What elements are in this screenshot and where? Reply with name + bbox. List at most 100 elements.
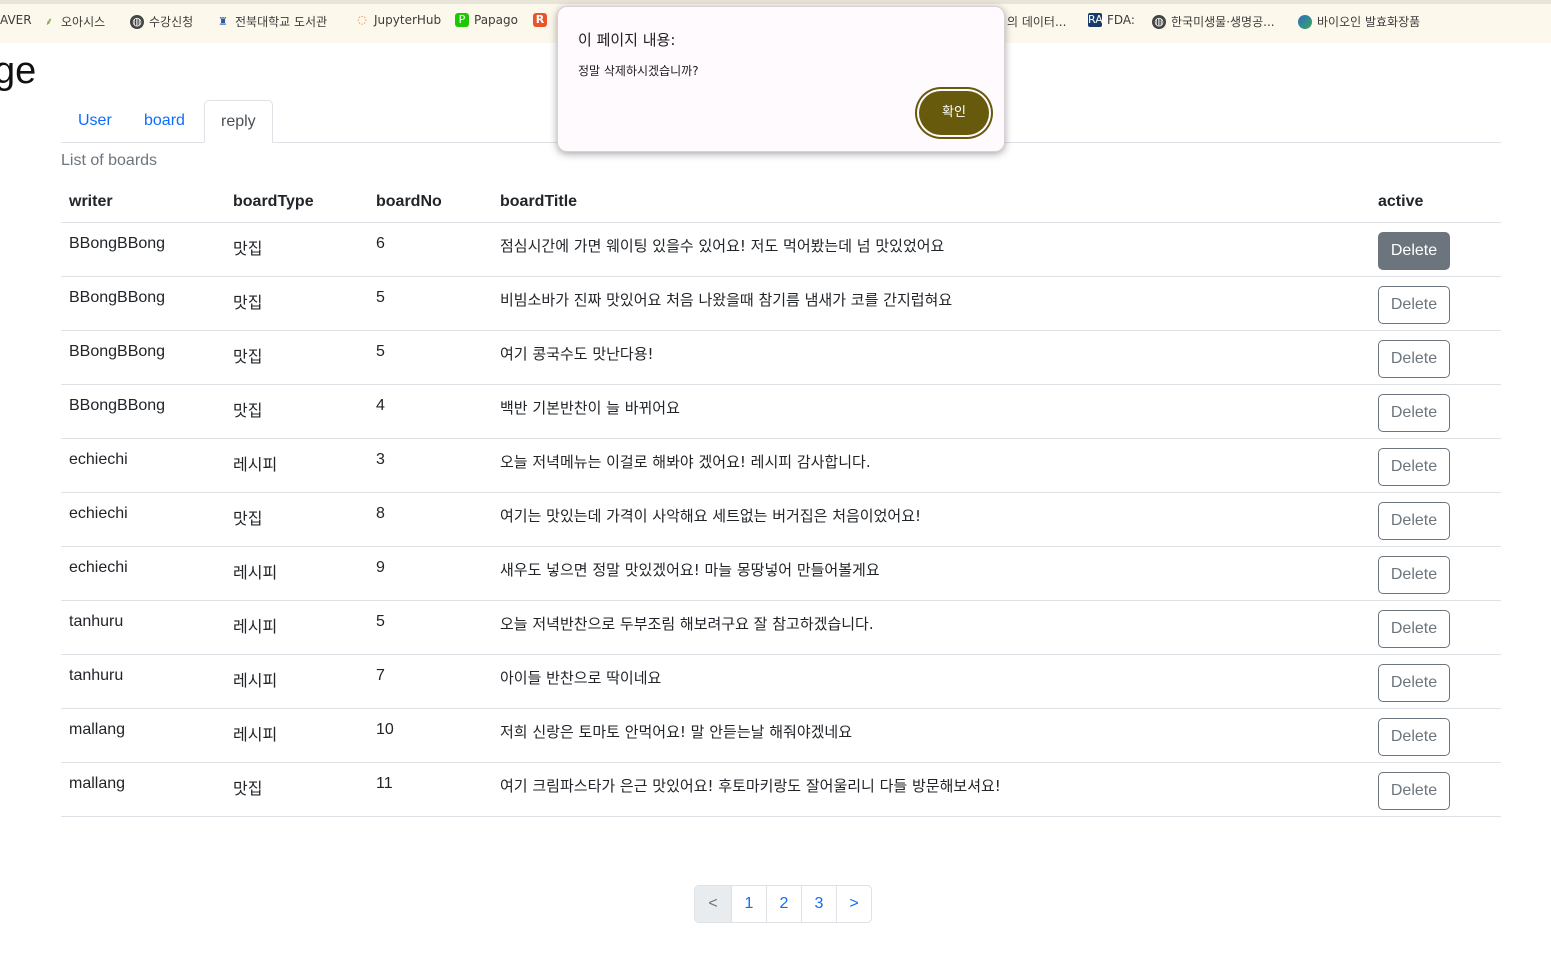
boardno-cell: 8: [368, 492, 492, 547]
active-cell: Delete: [1370, 276, 1501, 331]
boardtype-cell: 맛집: [225, 384, 368, 439]
writer-cell: echiechi: [61, 492, 225, 547]
bookmark-naver[interactable]: AVER: [0, 13, 32, 27]
writer-cell: BBongBBong: [61, 276, 225, 331]
boardno-cell: 5: [368, 276, 492, 331]
active-cell: Delete: [1370, 438, 1501, 493]
bookmark-papago[interactable]: P Papago: [455, 13, 518, 27]
writer-cell: echiechi: [61, 438, 225, 493]
delete-button[interactable]: Delete: [1378, 718, 1450, 756]
globe-icon: ◍: [130, 14, 144, 29]
writer-cell: tanhuru: [61, 654, 225, 709]
pagination: < 1 2 3 >: [694, 885, 872, 923]
delete-button[interactable]: Delete: [1378, 286, 1450, 324]
boardno-cell: 3: [368, 438, 492, 493]
active-cell: Delete: [1370, 222, 1501, 277]
boardno-cell: 11: [368, 762, 492, 817]
table-row: BBongBBong 맛집 5 여기 콩국수도 맛난다용! Delete: [61, 330, 1501, 385]
active-cell: Delete: [1370, 600, 1501, 655]
boardno-cell: 10: [368, 708, 492, 763]
bookmark-label: 의 데이터...: [1007, 15, 1067, 29]
reply-table: writer boardType boardNo boardTitle acti…: [61, 182, 1501, 817]
confirm-button[interactable]: 확인: [919, 91, 989, 135]
plant-icon: ⸙: [44, 14, 54, 28]
active-cell: Delete: [1370, 654, 1501, 709]
tab-user[interactable]: User: [62, 100, 128, 142]
boardtitle-cell: 오늘 저녁메뉴는 이걸로 해봐야 겠어요! 레시피 감사합니다.: [492, 438, 1370, 493]
table-row: echiechi 레시피 9 새우도 넣으면 정말 맛있겠어요! 마늘 몽땅넣어 만들…: [61, 546, 1501, 601]
bookmark-label: JupyterHub: [374, 13, 442, 27]
table-row: BBongBBong 맛집 6 점심시간에 가면 웨이팅 있을수 있어요! 저도 먹어…: [61, 222, 1501, 277]
boardno-cell: 5: [368, 330, 492, 385]
tab-board[interactable]: board: [128, 100, 201, 142]
boardno-cell: 5: [368, 600, 492, 655]
jupyter-icon: ◌: [357, 13, 367, 26]
table-caption: List of boards: [61, 152, 158, 169]
writer-cell: mallang: [61, 762, 225, 817]
pagination-prev[interactable]: <: [695, 886, 731, 922]
delete-button[interactable]: Delete: [1378, 610, 1450, 648]
active-cell: Delete: [1370, 492, 1501, 547]
delete-button[interactable]: Delete: [1378, 340, 1450, 378]
pagination-page-2[interactable]: 2: [766, 886, 801, 922]
boardno-cell: 9: [368, 546, 492, 601]
pagination-next[interactable]: >: [836, 886, 871, 922]
bookmark-label: Papago: [474, 13, 518, 27]
bookmark-label: 바이오인 발효화장품: [1317, 15, 1421, 29]
boardtype-cell: 레시피: [225, 438, 368, 493]
boardtype-cell: 맛집: [225, 492, 368, 547]
bookmark-oasis[interactable]: ⸙ 오아시스: [42, 13, 105, 30]
delete-button[interactable]: Delete: [1378, 448, 1450, 486]
writer-cell: mallang: [61, 708, 225, 763]
dialog-message: 정말 삭제하시겠습니까?: [578, 64, 699, 78]
active-cell: Delete: [1370, 384, 1501, 439]
boardtitle-cell: 아이들 반찬으로 딱이네요: [492, 654, 1370, 709]
column-header-writer: writer: [61, 182, 225, 223]
bookmark-jupyterhub[interactable]: ◌ JupyterHub: [355, 13, 441, 27]
dialog-title: 이 페이지 내용:: [578, 31, 676, 49]
boardtitle-cell: 여기 크림파스타가 은근 맛있어요! 후토마키랑도 잘어울리니 다들 방문해보셔…: [492, 762, 1370, 817]
bookmark-label: AVER: [0, 13, 32, 27]
bookmark-r[interactable]: R: [533, 13, 547, 27]
bookmark-bio[interactable]: 바이오인 발효화장품: [1298, 13, 1420, 30]
tab-reply[interactable]: reply: [204, 100, 273, 143]
delete-button[interactable]: Delete: [1378, 772, 1450, 810]
writer-cell: BBongBBong: [61, 384, 225, 439]
boardno-cell: 6: [368, 222, 492, 277]
column-header-boardtitle: boardTitle: [492, 182, 1370, 223]
boardno-cell: 4: [368, 384, 492, 439]
boardtitle-cell: 여기는 맛있는데 가격이 사악해요 세트없는 버거집은 처음이었어요!: [492, 492, 1370, 547]
globe-icon: ◍: [1152, 14, 1166, 29]
boardtype-cell: 맛집: [225, 762, 368, 817]
delete-button[interactable]: Delete: [1378, 232, 1450, 270]
active-cell: Delete: [1370, 546, 1501, 601]
delete-button[interactable]: Delete: [1378, 394, 1450, 432]
bookmark-course-registration[interactable]: ◍ 수강신청: [130, 13, 193, 30]
boardtitle-cell: 여기 콩국수도 맛난다용!: [492, 330, 1370, 385]
boardtype-cell: 맛집: [225, 276, 368, 331]
delete-button[interactable]: Delete: [1378, 556, 1450, 594]
pagination-page-3[interactable]: 3: [801, 886, 836, 922]
table-header-row: writer boardType boardNo boardTitle acti…: [61, 182, 1501, 223]
bookmark-label: 한국미생물·생명공...: [1171, 15, 1275, 29]
bookmark-fda[interactable]: RAPS FDA:: [1088, 13, 1135, 27]
boardtitle-cell: 저희 신랑은 토마토 안먹어요! 말 안듣는날 해줘야겠네요: [492, 708, 1370, 763]
boardtype-cell: 레시피: [225, 708, 368, 763]
delete-button[interactable]: Delete: [1378, 664, 1450, 702]
delete-button[interactable]: Delete: [1378, 502, 1450, 540]
boardtype-cell: 레시피: [225, 546, 368, 601]
bookmark-label: 오아시스: [61, 15, 106, 29]
writer-cell: tanhuru: [61, 600, 225, 655]
active-cell: Delete: [1370, 330, 1501, 385]
bookmark-library[interactable]: ♜ 전북대학교 도서관: [216, 13, 327, 30]
writer-cell: echiechi: [61, 546, 225, 601]
boardtype-cell: 레시피: [225, 654, 368, 709]
pagination-page-1[interactable]: 1: [731, 886, 766, 922]
raps-icon: RAPS: [1088, 13, 1117, 27]
library-icon: ♜: [218, 14, 228, 28]
bookmark-data[interactable]: 의 데이터...: [1007, 13, 1066, 30]
boardtitle-cell: 새우도 넣으면 정말 맛있겠어요! 마늘 몽땅넣어 만들어볼게요: [492, 546, 1370, 601]
table-row: echiechi 맛집 8 여기는 맛있는데 가격이 사악해요 세트없는 버거집은 처…: [61, 492, 1501, 547]
bookmark-kmb[interactable]: ◍ 한국미생물·생명공...: [1152, 13, 1275, 30]
boardtype-cell: 맛집: [225, 330, 368, 385]
